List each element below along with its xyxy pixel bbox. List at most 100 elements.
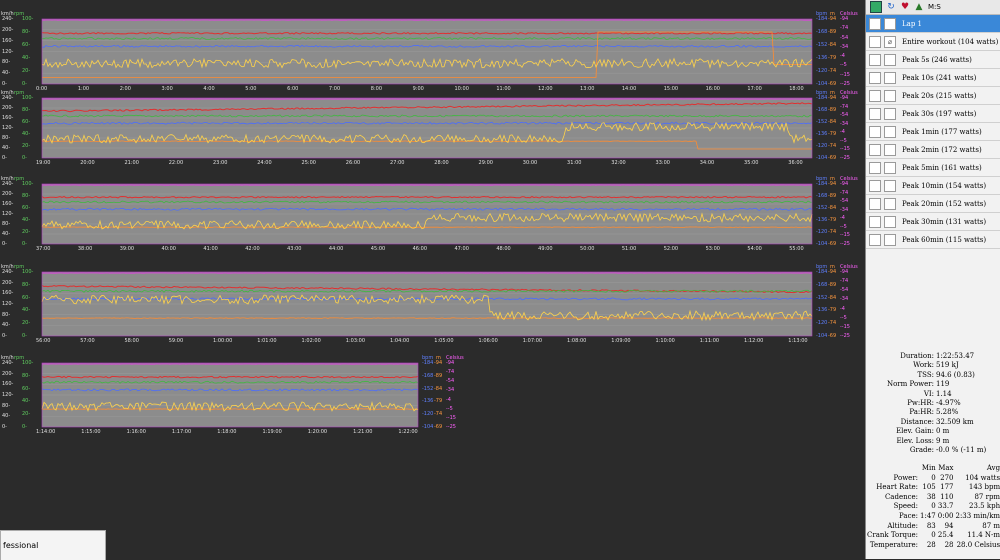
lap-checkbox-2[interactable] [884,162,896,174]
lap-label: Peak 20min (152 watts) [902,200,986,208]
temp-tick-label: --5 [840,138,847,144]
lap-checkbox[interactable] [869,90,881,102]
lap-checkbox-2[interactable] [884,234,896,246]
mountain-icon[interactable]: ▲ [914,2,924,12]
hr-tick-label: -168 [816,29,827,35]
lap-item[interactable]: Peak 1min (177 watts) [866,123,1000,141]
summary-row: Distance:32.509 km [866,418,1000,427]
lap-checkbox[interactable] [869,144,881,156]
temp-tick-label: -4 [840,53,845,59]
cadence-tick-label: 40- [22,131,30,137]
lap-checkbox-2[interactable] [884,90,896,102]
hr-tick-label: -120 [422,411,433,417]
time-tick-label: 1:05:00 [434,338,453,344]
lap-checkbox[interactable] [869,126,881,138]
stats-min: 28 [919,541,937,551]
lap-label: Peak 30s (197 watts) [902,110,976,118]
lap-checkbox[interactable] [869,54,881,66]
stats-label: Pace: [866,512,919,522]
lap-checkbox-2[interactable] [884,198,896,210]
lap-checkbox-2[interactable] [884,144,896,156]
stats-column-header: Avg [955,464,1000,474]
time-tick-label: 20:00 [80,160,94,166]
summary-row: TSS:94.6 (0.83) [866,371,1000,380]
lap-label: Peak 1min (177 watts) [902,128,982,136]
lap-checkbox-2[interactable] [884,126,896,138]
altitude-tick-label: -84 [828,205,836,211]
time-tick-label: 1:16:00 [127,429,146,435]
altitude-tick-label: -74 [828,143,836,149]
lap-checkbox[interactable] [869,36,881,48]
speed-tick-label: 200- [2,27,13,33]
lap-checkbox[interactable] [869,18,881,30]
lap-item[interactable]: ⌀Entire workout (104 watts) [866,33,1000,51]
lap-item[interactable]: Peak 10s (241 watts) [866,69,1000,87]
hr-tick-label: -168 [422,373,433,379]
lap-item[interactable]: Peak 20min (152 watts) [866,195,1000,213]
refresh-icon[interactable]: ↻ [886,2,896,12]
lap-item[interactable]: Peak 5min (161 watts) [866,159,1000,177]
speed-tick-label: 160- [2,290,13,296]
speed-tick-label: 0- [2,424,7,430]
time-tick-label: 1:01:00 [257,338,276,344]
cadence-tick-label: 20- [22,320,30,326]
summary-label: TSS: [866,371,936,380]
lap-item[interactable]: Peak 20s (215 watts) [866,87,1000,105]
temp-tick-label: -94 [446,360,454,366]
speed-tick-label: 120- [2,125,13,131]
lap-item[interactable]: Peak 30min (131 watts) [866,213,1000,231]
time-tick-label: 48:00 [496,246,510,252]
lap-checkbox[interactable] [869,72,881,84]
lap-checkbox[interactable] [869,234,881,246]
summary-value: -0.0 % (-11 m) [936,446,1000,455]
temp-tick-label: --25 [840,241,850,247]
hr-tick-label: -136 [816,131,827,137]
time-tick-label: 41:00 [203,246,217,252]
time-tick-label: 55:00 [789,246,803,252]
workout-stats: MinMaxAvgPower:0270104 wattsHeart Rate:1… [866,464,1000,550]
altitude-tick-label: -84 [828,119,836,125]
lap-item[interactable]: Peak 5s (246 watts) [866,51,1000,69]
chart-icon[interactable] [870,1,882,13]
chart-plot[interactable] [0,181,865,271]
altitude-tick-label: -94 [434,360,442,366]
time-tick-label: 52:00 [664,246,678,252]
altitude-tick-label: -69 [828,155,836,161]
speed-tick-label: 240- [2,269,13,275]
lap-checkbox[interactable] [869,162,881,174]
temp-tick-label: --15 [840,324,850,330]
lap-checkbox-2[interactable] [884,54,896,66]
background-window[interactable]: fessional [0,530,106,560]
time-tick-label: 16:00 [706,86,720,92]
time-tick-label: 27:00 [390,160,404,166]
ms-toggle[interactable]: M:S [928,3,941,11]
lap-checkbox-2[interactable] [884,216,896,228]
lap-checkbox[interactable] [869,198,881,210]
stats-row: Speed:033.723.5 kph [866,502,1000,512]
cadence-tick-label: 60- [22,42,30,48]
lap-item[interactable]: Lap 1 [866,15,1000,33]
lap-checkbox-2[interactable] [884,108,896,120]
chart-plot[interactable] [0,95,865,185]
chart-plot[interactable] [0,8,865,98]
summary-value: 32.509 km [936,418,1000,427]
stats-row: Cadence:3811087 rpm [866,493,1000,503]
temp-tick-label: -74 [840,104,848,110]
lap-item[interactable]: Peak 10min (154 watts) [866,177,1000,195]
lap-checkbox[interactable] [869,180,881,192]
lap-checkbox[interactable] [869,216,881,228]
heart-icon[interactable]: ♥ [900,2,910,12]
lap-item[interactable]: Peak 30s (197 watts) [866,105,1000,123]
paperclip-icon[interactable]: ⌀ [884,36,896,48]
lap-item[interactable]: Peak 60min (115 watts) [866,231,1000,249]
stats-min: 0 [919,531,937,541]
lap-checkbox-2[interactable] [884,72,896,84]
lap-checkbox[interactable] [869,108,881,120]
time-tick-label: 1:12:00 [744,338,763,344]
stats-row: Crank Torque:025.411.4 N-m [866,531,1000,541]
lap-checkbox-2[interactable] [884,18,896,30]
lap-item[interactable]: Peak 2min (172 watts) [866,141,1000,159]
time-tick-label: 1:00 [78,86,89,92]
lap-checkbox-2[interactable] [884,180,896,192]
temp-tick-label: --15 [840,72,850,78]
